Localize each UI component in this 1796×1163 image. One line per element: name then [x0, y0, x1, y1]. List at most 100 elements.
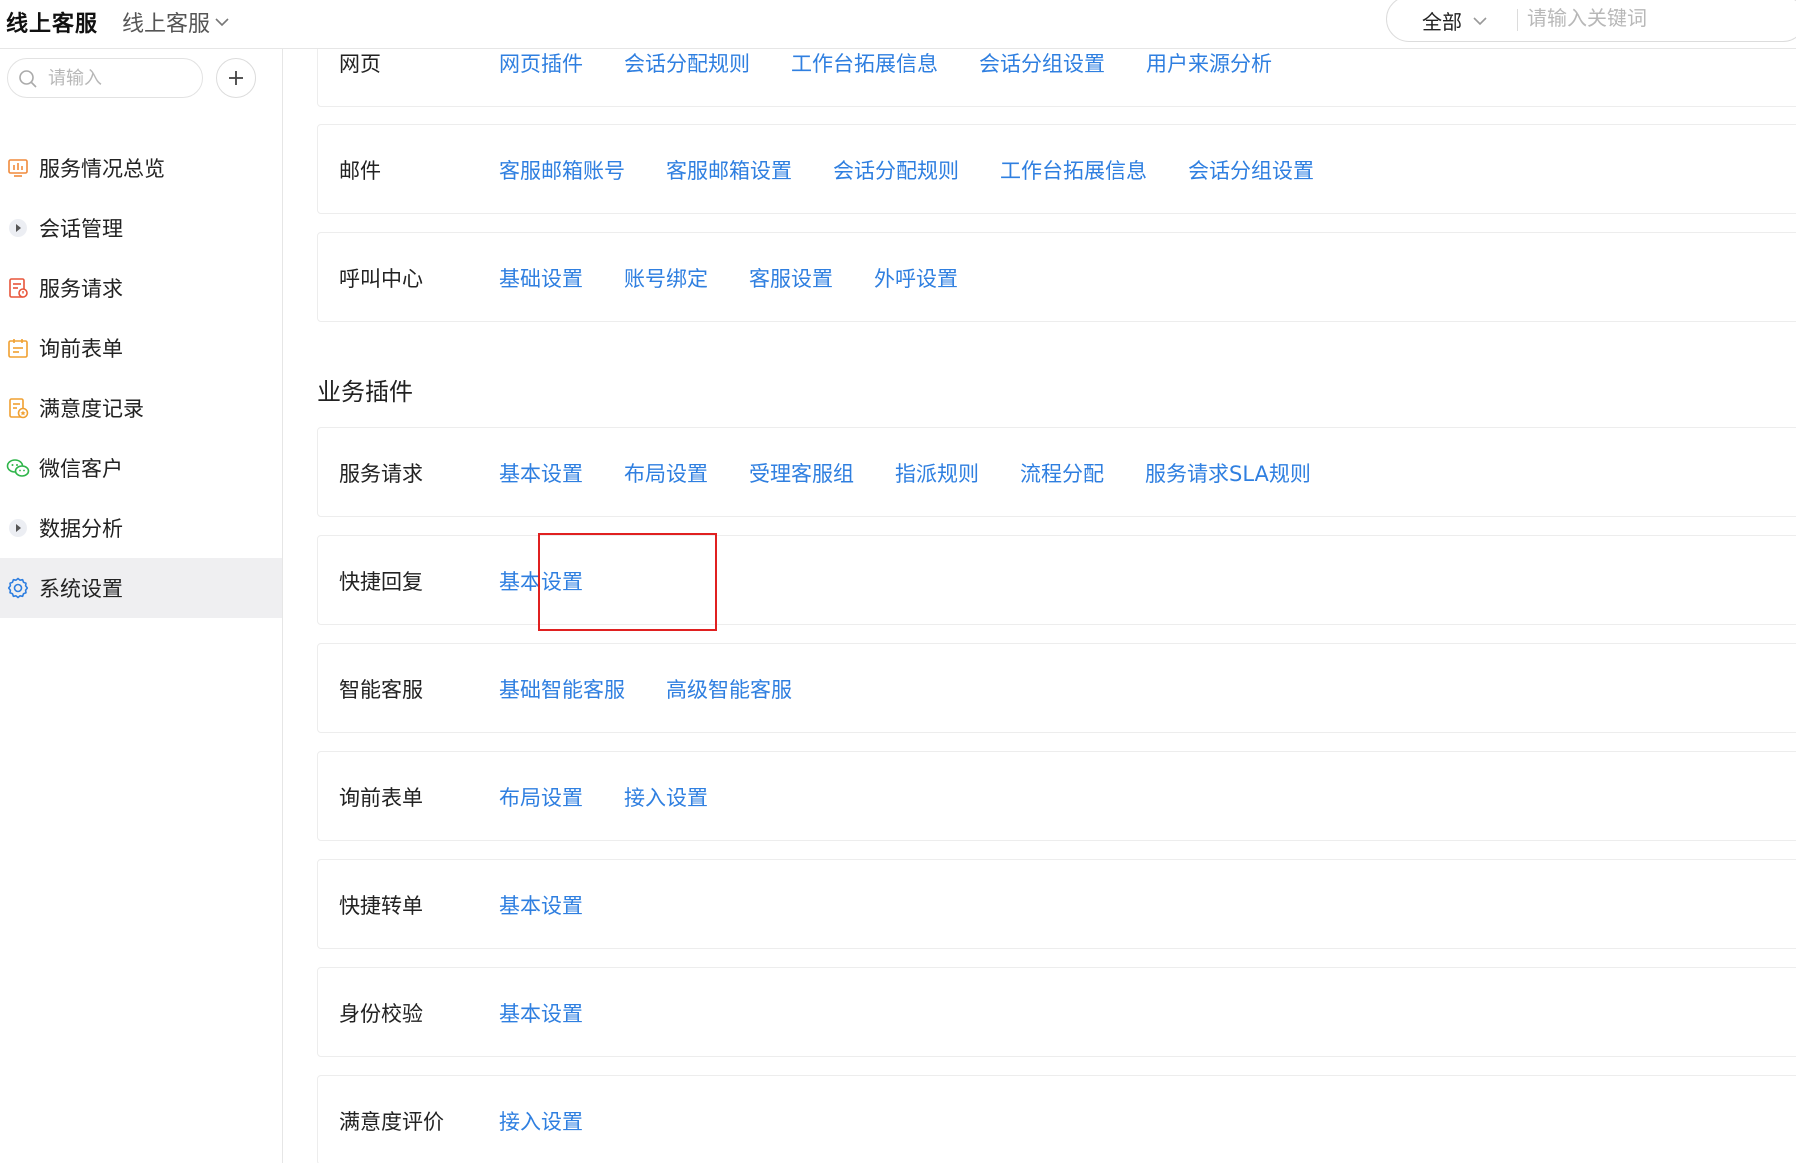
- sidebar-item-system-settings[interactable]: 系统设置: [0, 558, 282, 618]
- row-title: 快捷回复: [339, 570, 423, 594]
- settings-link[interactable]: 基础智能客服: [499, 674, 625, 704]
- settings-row-smart-service: 智能客服 基础智能客服 高级智能客服: [317, 643, 1796, 733]
- row-links: 基本设置: [499, 890, 624, 920]
- section-title-business-plugins: 业务插件: [317, 378, 413, 406]
- row-title: 邮件: [339, 159, 381, 183]
- settings-row-satisfaction-rating: 满意度评价 接入设置: [317, 1075, 1796, 1163]
- settings-link[interactable]: 布局设置: [624, 458, 708, 488]
- settings-link[interactable]: 客服邮箱设置: [666, 155, 792, 185]
- search-icon: [19, 70, 37, 88]
- row-title: 服务请求: [339, 462, 423, 486]
- row-title: 满意度评价: [339, 1110, 444, 1134]
- row-title: 网页: [339, 52, 381, 76]
- sidebar-item-label: 数据分析: [39, 517, 123, 541]
- settings-row-identity-verification: 身份校验 基本设置: [317, 967, 1796, 1057]
- settings-content: 网页 网页插件 会话分配规则 工作台拓展信息 会话分组设置 用户来源分析 邮件 客服邮箱…: [283, 49, 1796, 1163]
- settings-row-quick-transfer: 快捷转单 基本设置: [317, 859, 1796, 949]
- settings-link[interactable]: 客服邮箱账号: [499, 155, 625, 185]
- sidebar-item-label: 微信客户: [39, 457, 123, 481]
- sidebar-search-input[interactable]: [48, 65, 188, 91]
- row-links: 网页插件 会话分配规则 工作台拓展信息 会话分组设置 用户来源分析: [499, 49, 1313, 78]
- app-switcher[interactable]: 线上客服: [122, 6, 230, 38]
- top-bar: 线上客服 线上客服 全部: [0, 0, 1796, 49]
- row-links: 接入设置: [499, 1106, 624, 1136]
- sidebar-item-satisfaction-records[interactable]: 满意度记录: [0, 378, 282, 438]
- settings-link[interactable]: 基本设置: [499, 566, 583, 596]
- settings-link[interactable]: 账号绑定: [624, 263, 708, 293]
- sidebar-item-session-management[interactable]: 会话管理: [0, 198, 282, 258]
- settings-row-quick-reply: 快捷回复 基本设置: [317, 535, 1796, 625]
- row-links: 基本设置 布局设置 受理客服组 指派规则 流程分配 服务请求SLA规则: [499, 458, 1352, 488]
- settings-link[interactable]: 流程分配: [1020, 458, 1104, 488]
- app-title: 线上客服: [6, 12, 99, 37]
- settings-link[interactable]: 指派规则: [895, 458, 979, 488]
- settings-link[interactable]: 工作台拓展信息: [791, 49, 938, 78]
- form-icon: [6, 336, 30, 360]
- chevron-down-icon: [215, 18, 229, 27]
- global-search: 全部: [1386, 0, 1796, 42]
- sidebar-item-wechat-customers[interactable]: 微信客户: [0, 438, 282, 498]
- settings-link[interactable]: 会话分配规则: [833, 155, 959, 185]
- settings-link[interactable]: 外呼设置: [874, 263, 958, 293]
- search-scope-label: 全部: [1422, 10, 1462, 34]
- settings-link[interactable]: 基础设置: [499, 263, 583, 293]
- settings-link[interactable]: 基本设置: [499, 998, 583, 1028]
- ticket-icon: [6, 276, 30, 300]
- settings-link[interactable]: 布局设置: [499, 782, 583, 812]
- settings-row-email: 邮件 客服邮箱账号 客服邮箱设置 会话分配规则 工作台拓展信息 会话分组设置: [317, 124, 1796, 214]
- monitor-chart-icon: [6, 156, 30, 180]
- caret-right-icon: [6, 516, 30, 540]
- sidebar-item-service-request[interactable]: 服务请求: [0, 258, 282, 318]
- settings-link[interactable]: 接入设置: [624, 782, 708, 812]
- keyword-search-input[interactable]: [1527, 2, 1787, 34]
- add-button[interactable]: [216, 58, 256, 98]
- settings-link[interactable]: 基本设置: [499, 890, 583, 920]
- settings-link[interactable]: 会话分组设置: [1188, 155, 1314, 185]
- settings-link[interactable]: 基本设置: [499, 458, 583, 488]
- settings-row-service-request: 服务请求 基本设置 布局设置 受理客服组 指派规则 流程分配 服务请求SLA规则: [317, 427, 1796, 517]
- gear-icon: [6, 576, 30, 600]
- settings-link[interactable]: 高级智能客服: [666, 674, 792, 704]
- row-links: 基本设置: [499, 566, 624, 596]
- settings-link[interactable]: 接入设置: [499, 1106, 583, 1136]
- row-title: 身份校验: [339, 1002, 423, 1026]
- sidebar: 服务情况总览 会话管理 服务请求 询前表单 满意度记录: [0, 49, 283, 1163]
- row-title: 快捷转单: [339, 894, 423, 918]
- search-divider: [1517, 9, 1518, 31]
- sidebar-item-label: 服务情况总览: [39, 157, 165, 181]
- rating-record-icon: [6, 396, 30, 420]
- settings-link[interactable]: 用户来源分析: [1146, 49, 1272, 78]
- sidebar-item-label: 系统设置: [39, 577, 123, 601]
- row-links: 基础智能客服 高级智能客服: [499, 674, 833, 704]
- chevron-down-icon: [1473, 16, 1487, 25]
- sidebar-item-label: 会话管理: [39, 217, 123, 241]
- plus-icon: [229, 71, 243, 85]
- row-links: 基本设置: [499, 998, 624, 1028]
- sidebar-item-label: 询前表单: [39, 337, 123, 361]
- sidebar-search: [7, 58, 203, 98]
- row-links: 基础设置 账号绑定 客服设置 外呼设置: [499, 263, 999, 293]
- search-scope-select[interactable]: 全部: [1422, 6, 1488, 35]
- settings-link[interactable]: 服务请求SLA规则: [1145, 458, 1311, 488]
- sidebar-item-data-analysis[interactable]: 数据分析: [0, 498, 282, 558]
- settings-row-web: 网页 网页插件 会话分配规则 工作台拓展信息 会话分组设置 用户来源分析: [317, 49, 1796, 107]
- sidebar-item-service-overview[interactable]: 服务情况总览: [0, 138, 282, 198]
- row-title: 询前表单: [339, 786, 423, 810]
- settings-link[interactable]: 会话分组设置: [979, 49, 1105, 78]
- app-switcher-label: 线上客服: [122, 12, 211, 37]
- settings-link[interactable]: 受理客服组: [749, 458, 854, 488]
- row-links: 布局设置 接入设置: [499, 782, 749, 812]
- row-title: 呼叫中心: [339, 267, 423, 291]
- sidebar-item-pre-inquiry-form[interactable]: 询前表单: [0, 318, 282, 378]
- caret-right-icon: [6, 216, 30, 240]
- sidebar-nav: 服务情况总览 会话管理 服务请求 询前表单 满意度记录 微信客户 数据分析 系统…: [0, 138, 282, 618]
- sidebar-item-label: 满意度记录: [39, 397, 144, 421]
- settings-link[interactable]: 工作台拓展信息: [1000, 155, 1147, 185]
- settings-link[interactable]: 客服设置: [749, 263, 833, 293]
- row-title: 智能客服: [339, 678, 423, 702]
- settings-link[interactable]: 网页插件: [499, 49, 583, 78]
- wechat-icon: [6, 456, 30, 480]
- row-links: 客服邮箱账号 客服邮箱设置 会话分配规则 工作台拓展信息 会话分组设置: [499, 155, 1355, 185]
- sidebar-item-label: 服务请求: [39, 277, 123, 301]
- settings-link[interactable]: 会话分配规则: [624, 49, 750, 78]
